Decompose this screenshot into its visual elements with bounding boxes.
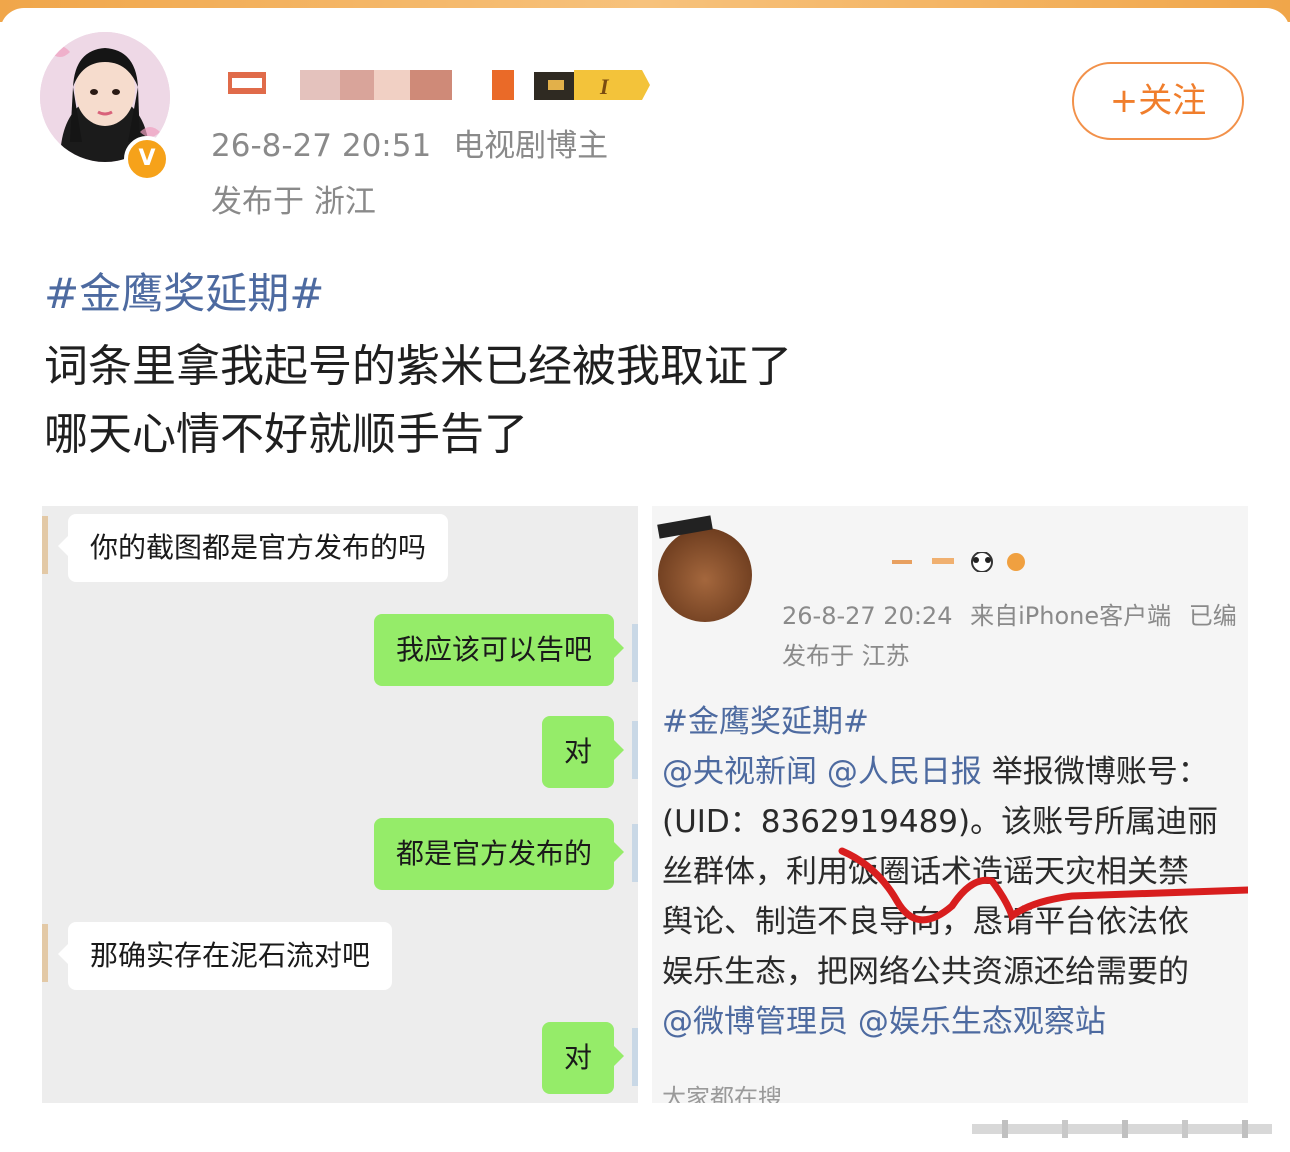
svg-text:I: I xyxy=(599,74,610,99)
watermark-mosaic xyxy=(972,1120,1272,1138)
post-time: 26-8-27 20:51 xyxy=(211,128,432,164)
post-location: 发布于 浙江 xyxy=(211,184,376,220)
chat-message-outgoing: 对 xyxy=(541,1022,625,1094)
avatar-edge xyxy=(632,824,638,882)
post-text-line-1: 词条里拿我起号的紫米已经被我取证了 xyxy=(44,341,792,392)
chat-message-outgoing: 都是官方发布的 xyxy=(373,818,625,890)
weibo-screenshot-image[interactable]: 26-8-27 20:24 来自iPhone客户端 已编 发布于 江苏 #金鹰奖… xyxy=(652,506,1248,1103)
verified-badge-icon: V xyxy=(124,136,170,182)
red-scribble-annotation xyxy=(838,847,1248,924)
follow-button[interactable]: +关注 xyxy=(1072,62,1244,140)
username-obscured[interactable]: I xyxy=(222,66,652,104)
chat-message-incoming: 那确实存在泥石流对吧 xyxy=(57,922,393,990)
post-meta: 26-8-27 20:51 电视剧博主 xyxy=(211,120,630,165)
chat-message-outgoing: 对 xyxy=(541,716,625,788)
avatar-edge xyxy=(42,516,48,574)
avatar-edge xyxy=(632,624,638,682)
avatar-edge xyxy=(42,924,48,982)
weibo-post-card: V I 26-8-27 20:51 电视剧博主 发布于 浙江 +关注 #金鹰奖延期… xyxy=(0,8,1290,1152)
chat-screenshot-image[interactable]: 你的截图都是官方发布的吗 我应该可以告吧 对 都是官方发布的 那确实存在泥石流对… xyxy=(42,506,638,1103)
post-text-line-2: 哪天心情不好就顺手告了 xyxy=(44,409,528,460)
post-hashtag[interactable]: #金鹰奖延期# xyxy=(44,260,324,321)
chat-message-outgoing: 我应该可以告吧 xyxy=(373,614,625,686)
chat-message-incoming: 你的截图都是官方发布的吗 xyxy=(57,514,449,582)
avatar-edge xyxy=(632,721,638,779)
post-source: 电视剧博主 xyxy=(453,128,609,164)
avatar-edge xyxy=(632,1028,638,1086)
